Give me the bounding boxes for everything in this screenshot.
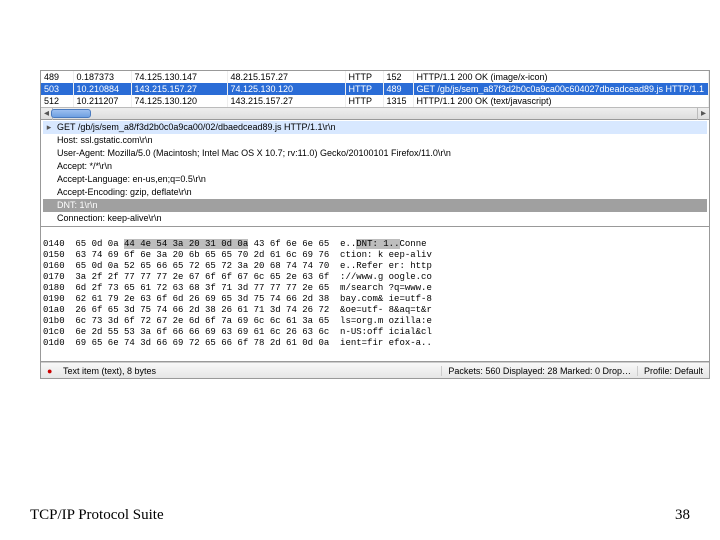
slide-title: TCP/IP Protocol Suite [30,507,164,524]
detail-accept-line[interactable]: Accept: */*\r\n [43,160,707,173]
detail-text: DNT: 1\r\n [57,200,98,210]
hex-line: 01d0 69 65 6e 74 3d 66 69 72 65 66 6f 78… [43,338,432,348]
hex-line: 0190 62 61 79 2e 63 6f 6d 26 69 65 3d 75… [43,294,432,304]
wireshark-window: 489 0.187373 74.125.130.147 48.215.157.2… [40,70,710,379]
col-length: 489 [383,83,413,95]
col-time: 10.210884 [73,83,131,95]
detail-ua-line[interactable]: User-Agent: Mozilla/5.0 (Macintosh; Inte… [43,147,707,160]
col-destination: 74.125.130.120 [227,83,345,95]
scroll-right-icon[interactable]: ▸ [697,108,709,120]
hex-line: 0180 6d 2f 73 65 61 72 63 68 3f 71 3d 77… [43,283,432,293]
detail-text: Accept-Language: en-us,en;q=0.5\r\n [57,174,206,184]
col-no: 489 [41,71,73,83]
ascii-highlight: DNT: 1.. [356,239,399,249]
detail-text: Connection: keep-alive\r\n [57,213,162,223]
status-profile[interactable]: Profile: Default [638,366,709,376]
packet-list-pane: 489 0.187373 74.125.130.147 48.215.157.2… [41,71,709,120]
status-packets: Packets: 560 Displayed: 28 Marked: 0 Dro… [442,366,638,376]
slide-page-number: 38 [675,507,690,524]
packet-details-pane: ▸GET /gb/js/sem_a8/f3d2b0c0a9ca00/02/dba… [41,120,709,227]
col-no: 512 [41,95,73,107]
detail-text: User-Agent: Mozilla/5.0 (Macintosh; Inte… [57,148,451,158]
hex-line: 0170 3a 2f 2f 77 77 77 2e 67 6f 6f 67 6c… [43,272,432,282]
detail-acceptlang-line[interactable]: Accept-Language: en-us,en;q=0.5\r\n [43,173,707,186]
col-length: 152 [383,71,413,83]
packet-list-hscrollbar[interactable]: ◂ ▸ [41,107,709,119]
hex-highlight: 44 4e 54 3a 20 31 0d 0a [124,239,248,249]
col-source: 143.215.157.27 [131,83,227,95]
packet-bytes-pane[interactable]: 0140 65 0d 0a 44 4e 54 3a 20 31 0d 0a 43… [41,227,709,362]
detail-text: GET /gb/js/sem_a8/f3d2b0c0a9ca00/02/dbae… [57,122,336,132]
detail-text: Host: ssl.gstatic.com\r\n [57,135,153,145]
detail-connection-line[interactable]: Connection: keep-alive\r\n [43,212,707,225]
detail-get-line[interactable]: ▸GET /gb/js/sem_a8/f3d2b0c0a9ca00/02/dba… [43,121,707,134]
hex-line: 01b0 6c 73 3d 6f 72 67 2e 6d 6f 7a 69 6c… [43,316,432,326]
col-info: HTTP/1.1 200 OK (text/javascript) [413,95,709,107]
status-bar: ● Text item (text), 8 bytes Packets: 560… [41,362,709,378]
col-destination: 48.215.157.27 [227,71,345,83]
detail-acceptenc-line[interactable]: Accept-Encoding: gzip, deflate\r\n [43,186,707,199]
detail-host-line[interactable]: Host: ssl.gstatic.com\r\n [43,134,707,147]
expert-info-icon[interactable]: ● [41,366,57,376]
packet-row[interactable]: 512 10.211207 74.125.130.120 143.215.157… [41,95,709,107]
col-protocol: HTTP [345,83,383,95]
col-protocol: HTTP [345,95,383,107]
col-time: 10.211207 [73,95,131,107]
col-destination: 143.215.157.27 [227,95,345,107]
col-length: 1315 [383,95,413,107]
detail-dnt-line-selected[interactable]: DNT: 1\r\n [43,199,707,212]
hex-line: 0140 65 0d 0a 44 4e 54 3a 20 31 0d 0a 43… [43,239,427,249]
col-source: 74.125.130.120 [131,95,227,107]
packet-row[interactable]: 489 0.187373 74.125.130.147 48.215.157.2… [41,71,709,83]
packet-row-selected[interactable]: 503 10.210884 143.215.157.27 74.125.130.… [41,83,709,95]
hex-line: 01c0 6e 2d 55 53 3a 6f 66 66 69 63 69 61… [43,327,432,337]
col-no: 503 [41,83,73,95]
slide-footer: TCP/IP Protocol Suite 38 [30,507,690,524]
col-time: 0.187373 [73,71,131,83]
col-info: GET /gb/js/sem_a87f3d2b0c0a9ca00c604027d… [413,83,709,95]
status-left: Text item (text), 8 bytes [57,366,442,376]
expand-toggle-icon[interactable]: ▸ [43,121,55,134]
detail-text: Accept-Encoding: gzip, deflate\r\n [57,187,192,197]
col-info: HTTP/1.1 200 OK (image/x-icon) [413,71,709,83]
hex-line: 0160 65 0d 0a 52 65 66 65 72 65 72 3a 20… [43,261,432,271]
packet-table: 489 0.187373 74.125.130.147 48.215.157.2… [41,71,709,107]
detail-text: Accept: */*\r\n [57,161,112,171]
col-source: 74.125.130.147 [131,71,227,83]
hex-line: 01a0 26 6f 65 3d 75 74 66 2d 38 26 61 71… [43,305,432,315]
hex-line: 0150 63 74 69 6f 6e 3a 20 6b 65 65 70 2d… [43,250,432,260]
scroll-thumb[interactable] [51,109,91,118]
col-protocol: HTTP [345,71,383,83]
